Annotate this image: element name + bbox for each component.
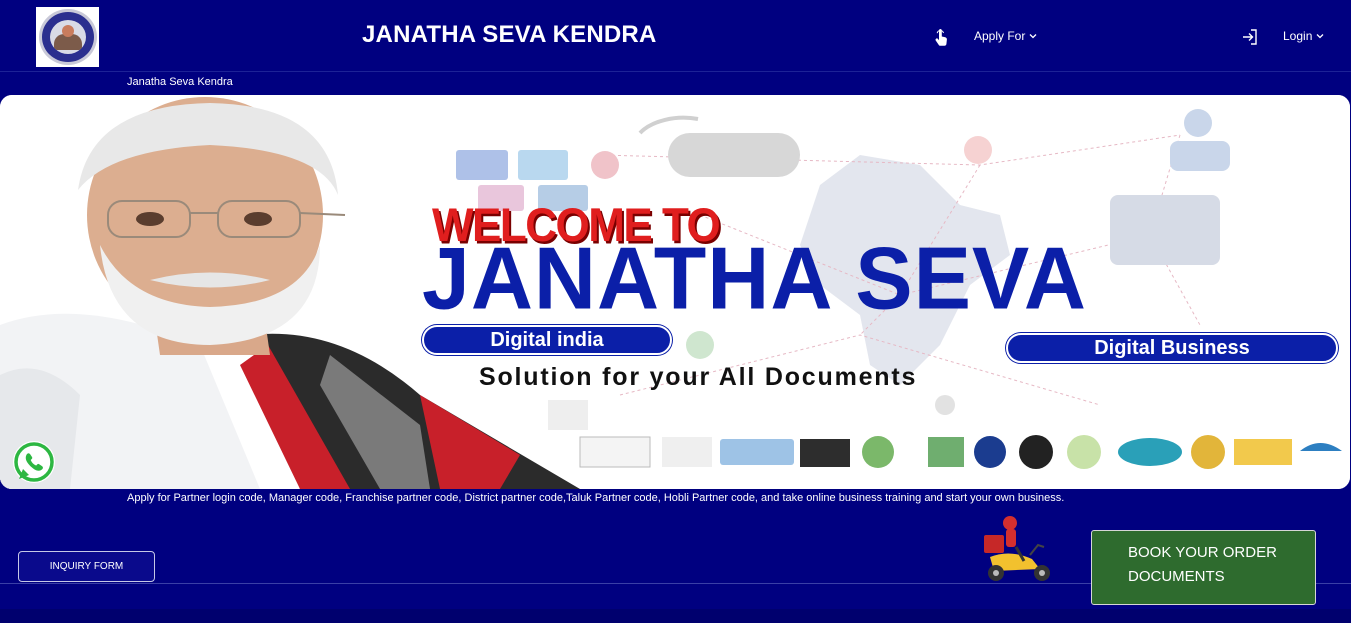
delivery-scooter-icon — [984, 516, 1050, 581]
logo-figures — [49, 20, 86, 54]
breadcrumb: Janatha Seva Kendra — [127, 76, 233, 88]
carousel-next-button[interactable]: › — [1241, 275, 1249, 303]
page: JANATHA SEVA KENDRA Apply For Login Jana… — [0, 0, 1351, 623]
hero-carousel[interactable]: WELCOME TO JANATHA SEVA Digital india Di… — [0, 95, 1350, 489]
book-order-documents-button[interactable]: BOOK YOUR ORDER DOCUMENTS — [1091, 530, 1316, 605]
document-logos-strip — [579, 435, 1342, 469]
chevron-down-icon — [1029, 34, 1037, 39]
digital-business-tag: Digital Business — [1006, 333, 1338, 363]
footer-strip — [0, 609, 1351, 623]
apply-for-menu[interactable]: Apply For — [974, 29, 1038, 43]
banner-headline: JANATHA SEVA — [422, 229, 1088, 328]
carousel-prev-button[interactable]: ‹ — [94, 275, 102, 303]
chevron-down-icon — [1316, 34, 1324, 39]
digital-india-tag: Digital india — [422, 325, 672, 355]
login-menu[interactable]: Login — [1283, 29, 1325, 43]
logo-emblem — [38, 9, 97, 65]
login-label: Login — [1283, 29, 1313, 43]
partner-description: Apply for Partner login code, Manager co… — [127, 492, 1065, 504]
site-logo[interactable] — [36, 7, 99, 67]
site-title: JANATHA SEVA KENDRA — [362, 21, 657, 48]
hand-pointer-icon[interactable] — [933, 28, 949, 48]
top-navbar: JANATHA SEVA KENDRA Apply For Login — [0, 0, 1351, 72]
sign-in-icon[interactable] — [1241, 28, 1259, 46]
inquiry-form-button[interactable]: INQUIRY FORM — [18, 551, 155, 582]
banner-tagline: Solution for your All Documents — [479, 363, 918, 391]
whatsapp-icon[interactable] — [11, 439, 57, 485]
apply-for-label: Apply For — [974, 29, 1026, 43]
